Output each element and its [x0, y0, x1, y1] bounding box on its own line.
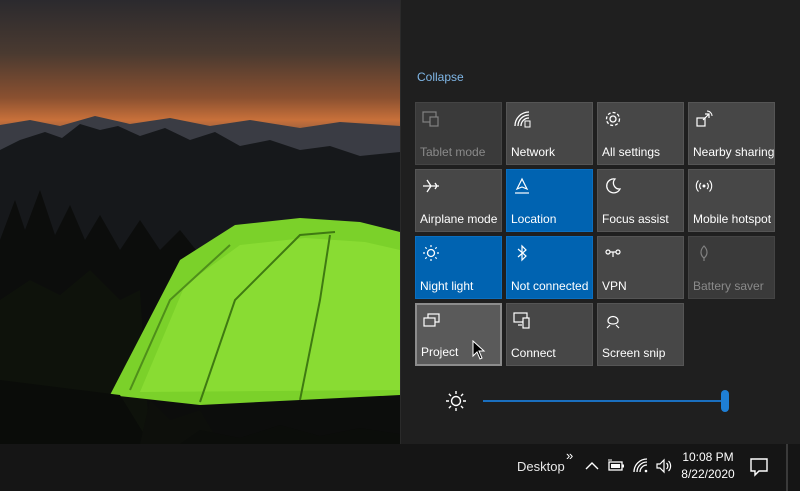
toolbar-overflow-button[interactable]: » — [566, 448, 573, 463]
tile-label: Nearby sharing — [693, 145, 775, 159]
desktop-wallpaper — [0, 0, 400, 444]
tile-label: Night light — [420, 279, 474, 293]
tile-mobile-hotspot[interactable]: Mobile hotspot — [688, 169, 775, 232]
hotspot-icon — [694, 176, 714, 196]
show-desktop-button[interactable] — [786, 444, 788, 491]
tile-label: All settings — [602, 145, 661, 159]
tile-label: Focus assist — [602, 212, 669, 226]
collapse-link[interactable]: Collapse — [417, 70, 464, 84]
tile-battery-saver[interactable]: Battery saver — [688, 236, 775, 299]
tile-airplane-mode[interactable]: Airplane mode — [415, 169, 502, 232]
brightness-slider-track[interactable] — [483, 400, 723, 402]
tablet-mode-icon — [421, 109, 441, 129]
tile-all-settings[interactable]: All settings — [597, 102, 684, 165]
brightness-slider-thumb[interactable] — [721, 390, 729, 412]
tile-label: Airplane mode — [420, 212, 498, 226]
battery-icon[interactable] — [606, 456, 626, 476]
battery-saver-icon — [694, 243, 714, 263]
brightness-icon — [445, 390, 467, 412]
clock-date: 8/22/2020 — [681, 467, 735, 481]
desktop-toolbar-label[interactable]: Desktop — [517, 459, 565, 474]
notification-center-button[interactable] — [744, 450, 774, 482]
wifi-icon[interactable] — [631, 456, 651, 476]
volume-icon[interactable] — [654, 456, 674, 476]
mouse-cursor-icon — [472, 339, 486, 360]
tile-label: VPN — [602, 279, 627, 293]
gear-icon — [603, 109, 623, 129]
bluetooth-icon — [512, 243, 532, 263]
tile-label: Network — [511, 145, 556, 159]
quick-actions-grid: Tablet mode Network All settings Nearby … — [415, 102, 777, 370]
tile-label: Battery saver — [693, 279, 764, 293]
action-center-panel: Collapse Tablet mode Network All setting… — [400, 0, 800, 444]
tile-bluetooth[interactable]: Not connected — [506, 236, 593, 299]
connect-icon — [512, 310, 532, 330]
location-icon — [512, 176, 532, 196]
brightness-control — [445, 388, 735, 414]
tile-connect[interactable]: Connect — [506, 303, 593, 366]
tile-vpn[interactable]: VPN — [597, 236, 684, 299]
tile-focus-assist[interactable]: Focus assist — [597, 169, 684, 232]
night-light-icon — [421, 243, 441, 263]
tile-network[interactable]: Network — [506, 102, 593, 165]
moon-icon — [603, 176, 623, 196]
tile-screen-snip[interactable]: Screen snip — [597, 303, 684, 366]
screen-snip-icon — [603, 310, 623, 330]
tile-project[interactable]: Project — [415, 303, 502, 366]
notification-center-icon — [744, 458, 774, 486]
tile-label: Tablet mode — [420, 145, 486, 159]
nearby-sharing-icon — [694, 109, 714, 129]
taskbar: Desktop » 10:08 PM 8/22/2020 — [0, 444, 800, 491]
tile-label: Location — [511, 212, 557, 226]
project-icon — [422, 311, 442, 331]
tile-label: Connect — [511, 346, 556, 360]
tile-label: Not connected — [511, 279, 589, 293]
airplane-icon — [421, 176, 441, 196]
tile-label: Project — [421, 345, 459, 359]
tile-location[interactable]: Location — [506, 169, 593, 232]
tile-night-light[interactable]: Night light — [415, 236, 502, 299]
tile-label: Mobile hotspot — [693, 212, 772, 226]
tile-label: Screen snip — [602, 346, 666, 360]
vpn-icon — [603, 243, 623, 263]
clock-time: 10:08 PM — [682, 450, 734, 464]
tile-tablet-mode[interactable]: Tablet mode — [415, 102, 502, 165]
tile-nearby-sharing[interactable]: Nearby sharing — [688, 102, 775, 165]
chevron-up-icon[interactable] — [582, 456, 602, 476]
network-icon — [512, 109, 532, 129]
system-clock[interactable]: 10:08 PM 8/22/2020 — [678, 449, 738, 483]
